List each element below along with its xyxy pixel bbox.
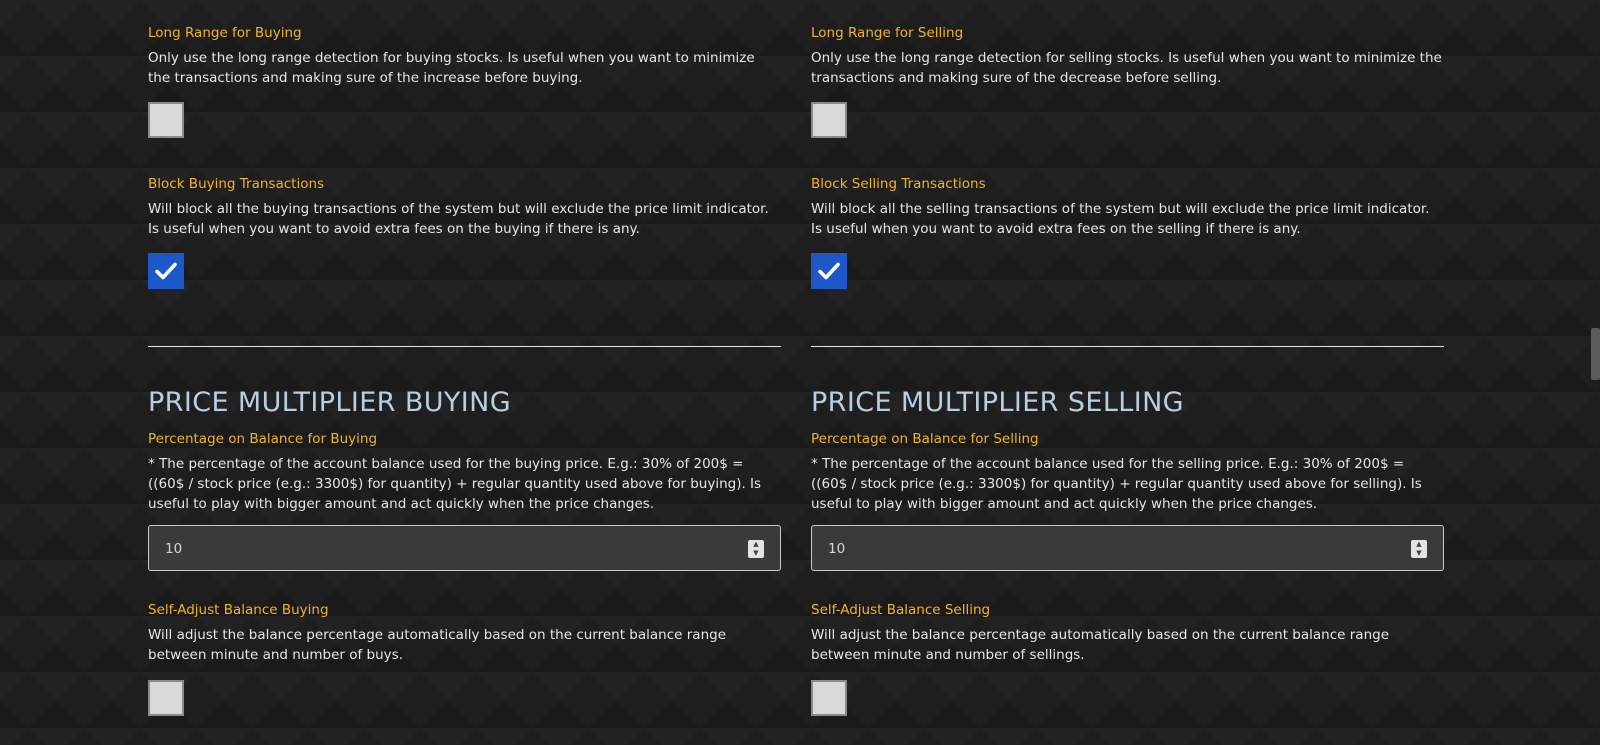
self-adjust-selling-description: Will adjust the balance percentage autom… (811, 627, 1390, 663)
section-divider (811, 346, 1444, 347)
block-selling-description: Will block all the selling transactions … (811, 201, 1430, 237)
self-adjust-buying-label: Self-Adjust Balance Buying (148, 602, 329, 618)
block-buying-description: Will block all the buying transactions o… (148, 201, 769, 237)
percentage-buying-description: * The percentage of the account balance … (148, 456, 762, 512)
percentage-selling-description: * The percentage of the account balance … (811, 456, 1422, 512)
percentage-selling-spinner[interactable]: ▲ ▼ (1411, 540, 1427, 558)
self-adjust-buying-checkbox[interactable] (148, 680, 184, 716)
percentage-buying-input[interactable] (163, 537, 707, 561)
long-range-selling-label: Long Range for Selling (811, 25, 964, 41)
scrollbar-thumb[interactable] (1591, 328, 1600, 380)
block-selling-label: Block Selling Transactions (811, 176, 986, 192)
self-adjust-selling-checkbox[interactable] (811, 680, 847, 716)
page-scrollbar[interactable] (1591, 0, 1600, 745)
spin-up-icon[interactable]: ▲ (748, 540, 764, 549)
long-range-selling-checkbox[interactable] (811, 102, 847, 138)
percentage-buying-spinner[interactable]: ▲ ▼ (748, 540, 764, 558)
long-range-buying-checkbox[interactable] (148, 102, 184, 138)
self-adjust-selling-label: Self-Adjust Balance Selling (811, 602, 991, 618)
long-range-buying-label: Long Range for Buying (148, 25, 302, 41)
block-selling-checkbox[interactable] (811, 253, 847, 289)
percentage-selling-input[interactable] (826, 537, 1370, 561)
check-icon (155, 262, 177, 280)
price-multiplier-buying-title: PRICE MULTIPLIER BUYING (148, 387, 512, 418)
spin-down-icon[interactable]: ▼ (1411, 549, 1427, 558)
percentage-selling-label: Percentage on Balance for Selling (811, 431, 1039, 447)
long-range-selling-description: Only use the long range detection for se… (811, 50, 1442, 86)
section-divider (148, 346, 781, 347)
percentage-buying-number-field[interactable]: ▲ ▼ (148, 525, 781, 571)
check-icon (818, 262, 840, 280)
block-buying-label: Block Buying Transactions (148, 176, 325, 192)
percentage-buying-label: Percentage on Balance for Buying (148, 431, 378, 447)
self-adjust-buying-description: Will adjust the balance percentage autom… (148, 627, 727, 663)
price-multiplier-selling-title: PRICE MULTIPLIER SELLING (811, 387, 1184, 418)
spin-up-icon[interactable]: ▲ (1411, 540, 1427, 549)
long-range-buying-description: Only use the long range detection for bu… (148, 50, 755, 86)
spin-down-icon[interactable]: ▼ (748, 549, 764, 558)
percentage-selling-number-field[interactable]: ▲ ▼ (811, 525, 1444, 571)
block-buying-checkbox[interactable] (148, 253, 184, 289)
